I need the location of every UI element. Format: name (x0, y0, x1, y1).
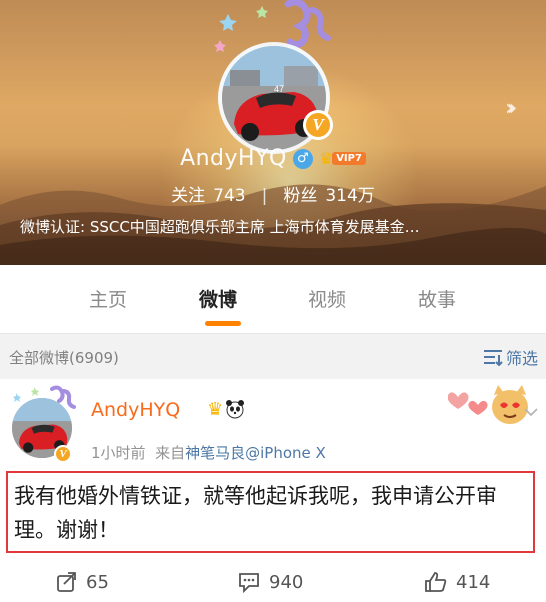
profile-stats: 关注 743 | 粉丝 314万 (0, 181, 546, 206)
tab-video[interactable]: 视频 (308, 285, 346, 312)
svg-text:47: 47 (274, 84, 284, 94)
filter-icon (483, 350, 503, 366)
chevron-right-icon[interactable]: ››› (505, 96, 518, 121)
fans-label: 粉丝 (283, 186, 318, 206)
post-source-prefix: 来自 (155, 444, 186, 462)
all-posts-label[interactable]: 全部微博(6909) (9, 347, 119, 368)
filter-label: 筛选 (505, 349, 538, 368)
following-count: 743 (213, 186, 246, 206)
post-meta: 1小时前 来自神笔马良@iPhone X (91, 442, 326, 463)
profile-tabs: 主页 微博 视频 故事 (0, 265, 546, 333)
comment-icon (239, 573, 259, 593)
like-button[interactable]: 414 (424, 571, 490, 593)
comment-button[interactable]: 940 (237, 571, 303, 593)
male-icon: ♂ (292, 148, 313, 169)
repost-icon (57, 572, 76, 592)
active-tab-indicator (205, 321, 241, 326)
like-count: 414 (456, 571, 491, 593)
verified-v-icon: V (303, 110, 333, 140)
profile-name-row: AndyHYQ ♂ ♛ VIP7 (0, 146, 546, 176)
post-time: 1小时前 (91, 444, 146, 462)
comment-count: 940 (269, 571, 304, 593)
post-card[interactable]: V AndyHYQ ♛ 1小时前 来自神笔马良@iPhone X 我有他婚外情铁… (0, 379, 546, 602)
post-author-name[interactable]: AndyHYQ (91, 399, 180, 421)
hearts-sticker-icon (448, 385, 528, 424)
like-icon (425, 572, 447, 592)
post-author-badges: ♛ (207, 399, 245, 420)
tab-story[interactable]: 故事 (418, 285, 456, 312)
following-label: 关注 (171, 186, 206, 206)
repost-count: 65 (86, 571, 109, 593)
post-text[interactable]: 我有他婚外情铁证，就等他起诉我呢，我申请公开审理。谢谢！ (14, 479, 529, 547)
filter-button[interactable]: 筛选 (483, 345, 538, 369)
vip-crown-icon[interactable]: ♛ (207, 399, 223, 420)
post-actions: 65 940 414 (0, 569, 546, 599)
filter-bar: 全部微博(6909) 筛选 (0, 333, 546, 380)
post-source-link[interactable]: 神笔马良@iPhone X (185, 444, 326, 462)
tab-home[interactable]: 主页 (89, 285, 127, 312)
chevron-down-icon[interactable] (524, 407, 538, 417)
vip-level-label: VIP7 (332, 152, 366, 165)
verified-v-icon: V (54, 445, 72, 463)
vip-badge[interactable]: ♛ VIP7 (318, 148, 366, 168)
vip-crown-icon: ♛ (318, 148, 334, 168)
stats-divider: | (261, 186, 268, 206)
panda-icon[interactable] (225, 399, 245, 419)
following-stat[interactable]: 关注 743 (171, 186, 245, 206)
repost-button[interactable]: 65 (56, 571, 109, 593)
verification-text[interactable]: 微博认证: SSCC中国超跑俱乐部主席 上海市体育发展基金… (20, 216, 526, 237)
profile-name: AndyHYQ (180, 146, 287, 171)
post-text-highlight: 我有他婚外情铁证，就等他起诉我呢，我申请公开审理。谢谢！ (6, 471, 535, 553)
fans-count: 314万 (325, 186, 375, 206)
tab-weibo[interactable]: 微博 (199, 285, 237, 312)
profile-cover: 47 V ››› AndyHYQ ♂ ♛ VIP7 关注 743 | 粉丝 314万 微… (0, 0, 546, 265)
fans-stat[interactable]: 粉丝 314万 (283, 186, 374, 206)
